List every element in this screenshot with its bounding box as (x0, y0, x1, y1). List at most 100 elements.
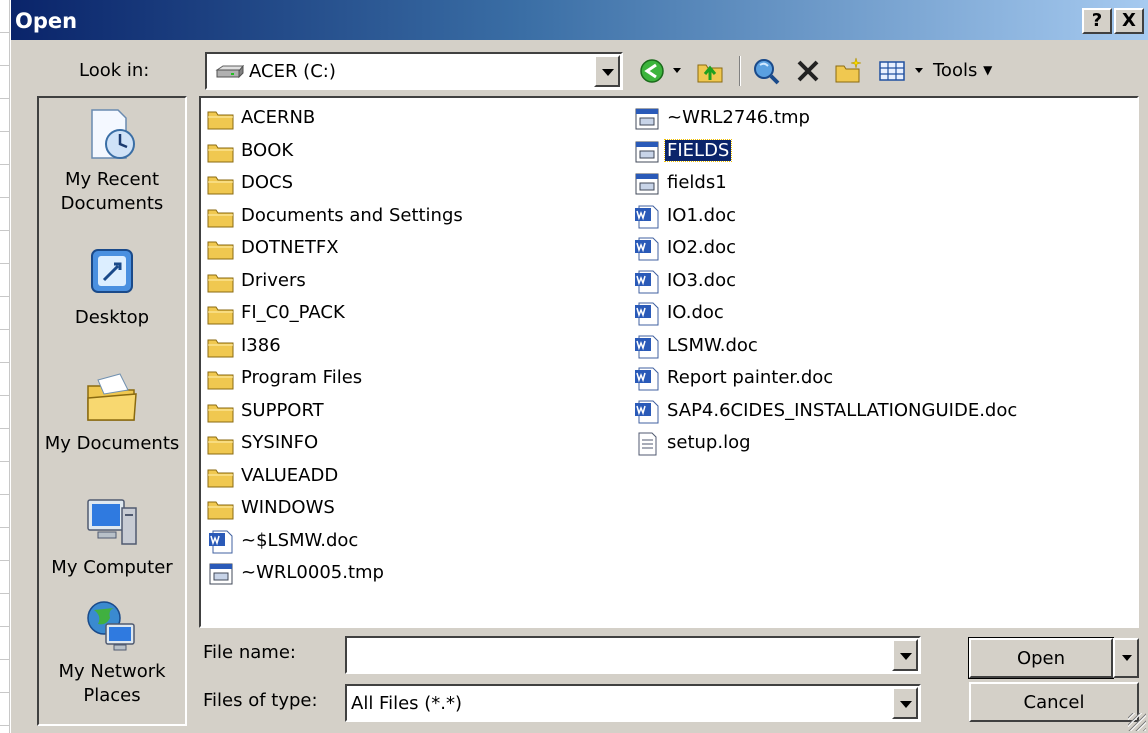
word-document-icon (633, 205, 661, 229)
file-name: WINDOWS (241, 497, 335, 518)
application-window-icon (633, 172, 661, 196)
look-in-dropdown-button[interactable] (594, 55, 620, 87)
file-name-input[interactable] (345, 636, 921, 674)
file-name: Report painter.doc (667, 367, 834, 388)
place-my-recent-documents[interactable]: My Recent Documents (39, 106, 185, 216)
file-name: IO3.doc (667, 269, 736, 291)
word-document-icon (207, 530, 235, 554)
network-places-icon (87, 601, 135, 651)
place-my-computer[interactable]: My Computer (39, 494, 185, 580)
folder-icon (207, 172, 235, 196)
file-list[interactable]: ACERNB BOOK DOCS Documents and Settings DOTN… (199, 96, 1139, 628)
window-title: Open (15, 9, 78, 33)
text-file-icon (633, 432, 661, 456)
back-icon[interactable] (637, 56, 667, 86)
search-web-icon[interactable] (751, 56, 781, 86)
folder-icon (207, 237, 235, 261)
file-name: FI_C0_PACK (241, 302, 345, 323)
place-label: My Computer (51, 557, 173, 578)
title-bar[interactable]: Open ? X (11, 0, 1148, 40)
cancel-button[interactable]: Cancel (969, 682, 1139, 722)
place-label-line2: Documents (60, 193, 164, 214)
file-name: ~WRL0005.tmp (241, 562, 384, 583)
place-label: My Network (58, 661, 166, 682)
folder-icon (207, 367, 235, 391)
look-in-label: Look in: (79, 60, 150, 81)
open-button-label: Open (1016, 648, 1066, 669)
file-name: fields1 (667, 172, 727, 193)
file-type-dropdown-button[interactable] (892, 687, 918, 719)
file-name: DOCS (241, 172, 294, 193)
word-document-icon (633, 270, 661, 294)
place-label-line2: Places (83, 685, 141, 706)
look-in-value: ACER (C:) (249, 61, 336, 82)
toolbar: Tools ▼ (633, 52, 1033, 90)
place-my-network-places[interactable]: My Network Places (39, 598, 185, 708)
application-window-icon (633, 140, 661, 164)
word-document-icon (633, 335, 661, 359)
folder-icon (207, 140, 235, 164)
folder-icon (207, 205, 235, 229)
views-dropdown-arrow[interactable] (915, 68, 923, 73)
application-window-icon (633, 107, 661, 131)
file-type-label: Files of type: (203, 690, 318, 711)
file-name: ACERNB (241, 107, 316, 128)
application-window-icon (207, 562, 235, 586)
views-icon[interactable] (877, 56, 907, 86)
tools-menu[interactable]: Tools ▼ (933, 60, 992, 81)
open-button[interactable]: Open (968, 637, 1114, 679)
word-document-icon (633, 400, 661, 424)
file-name: FIELDS (663, 138, 733, 162)
file-name: I386 (241, 334, 281, 356)
place-label: My Documents (44, 433, 180, 454)
word-document-icon (633, 302, 661, 326)
file-name: SUPPORT (241, 399, 324, 421)
back-dropdown-arrow[interactable] (673, 68, 681, 73)
file-name: Program Files (241, 367, 363, 388)
folder-icon (207, 335, 235, 359)
close-button[interactable]: X (1114, 8, 1144, 34)
hard-drive-icon (215, 65, 245, 79)
file-name: LSMW.doc (667, 334, 758, 356)
folder-icon (207, 432, 235, 456)
word-document-icon (633, 367, 661, 391)
place-label: Desktop (74, 307, 150, 328)
new-folder-icon[interactable] (833, 56, 863, 86)
toolbar-separator (739, 56, 741, 86)
folder-icon (207, 497, 235, 521)
place-desktop[interactable]: Desktop (39, 244, 185, 330)
file-name-label: File name: (203, 642, 296, 663)
file-name: setup.log (667, 432, 751, 453)
open-dialog: Open ? X Look in: ACER (C:) Tools ▼ My R… (10, 0, 1148, 733)
file-type-dropdown[interactable]: All Files (*.*) (345, 684, 921, 722)
place-my-documents[interactable]: My Documents (39, 370, 185, 456)
file-name: ~$LSMW.doc (241, 529, 359, 551)
resize-grip[interactable] (1128, 713, 1146, 731)
my-documents-icon (87, 373, 137, 421)
file-type-value: All Files (*.*) (351, 693, 463, 714)
file-name-dropdown-button[interactable] (892, 639, 918, 671)
file-name: ~WRL2746.tmp (667, 107, 810, 128)
file-name: Drivers (241, 269, 306, 291)
folder-icon (207, 270, 235, 294)
folder-icon (207, 400, 235, 424)
word-document-icon (633, 237, 661, 261)
desktop-icon (91, 249, 133, 293)
file-name: SYSINFO (241, 432, 319, 453)
up-folder-icon[interactable] (695, 56, 725, 86)
background-spreadsheet (0, 0, 10, 733)
look-in-dropdown[interactable]: ACER (C:) (205, 52, 623, 90)
file-name: IO1.doc (667, 204, 736, 226)
places-bar: My Recent Documents Desktop My Documents (37, 96, 187, 726)
file-name: IO.doc (667, 302, 724, 323)
open-options-button[interactable] (1113, 638, 1139, 678)
file-name: Documents and Settings (241, 204, 463, 226)
recent-documents-icon (91, 109, 135, 159)
file-name: BOOK (241, 139, 294, 161)
folder-icon (207, 465, 235, 489)
folder-icon (207, 107, 235, 131)
help-button[interactable]: ? (1082, 8, 1112, 34)
file-name: IO2.doc (667, 237, 736, 258)
place-label: My Recent (64, 169, 160, 190)
delete-icon[interactable] (793, 56, 823, 86)
